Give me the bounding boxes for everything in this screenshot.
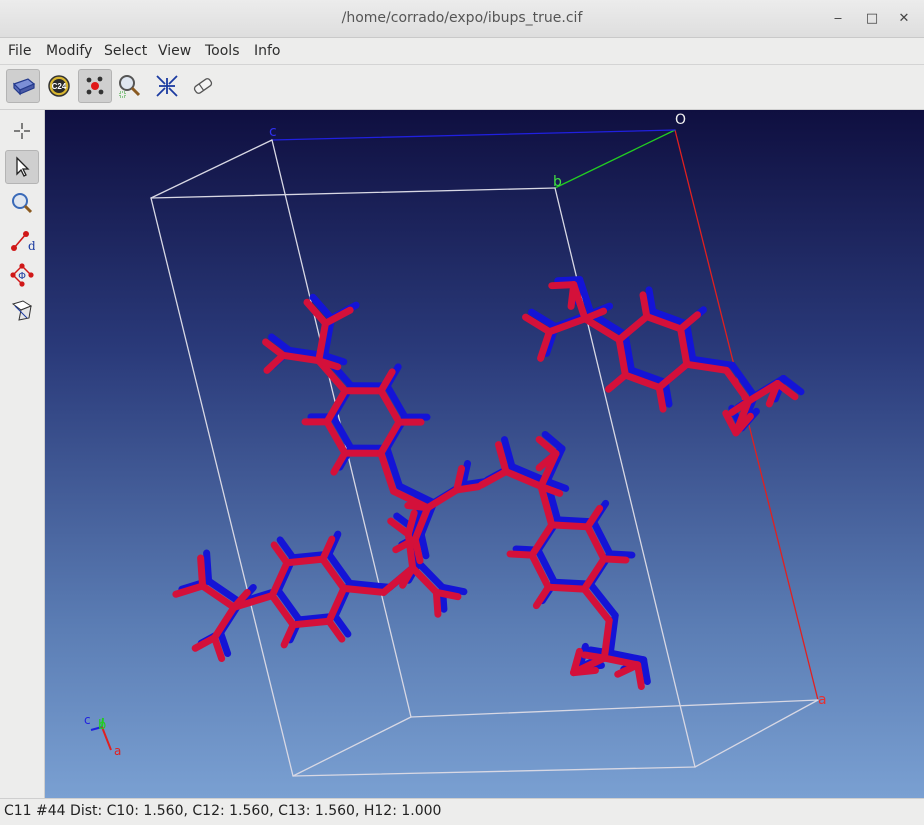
eraser-icon xyxy=(193,78,213,94)
structure-1-bond xyxy=(615,313,651,344)
zoom-fit-button[interactable] xyxy=(113,69,147,103)
cell-edge xyxy=(150,197,294,777)
cell-label-b: b xyxy=(553,174,562,190)
cell-edge xyxy=(292,716,412,777)
structure-1-bond xyxy=(600,555,630,564)
structure-1-bond xyxy=(432,588,442,618)
structure-1-bond xyxy=(548,281,578,290)
maximize-button[interactable]: □ xyxy=(862,9,882,29)
structure-2-bond xyxy=(203,549,213,585)
pointer-icon xyxy=(16,156,30,177)
left-toolbar: d Φ xyxy=(0,110,45,798)
menu-modify[interactable]: Modify xyxy=(46,43,92,59)
center-icon xyxy=(156,75,178,97)
distance-icon: d xyxy=(11,231,35,253)
cell-label-origin: O xyxy=(675,112,686,128)
axis-indicator-b: b xyxy=(98,718,106,733)
structure-1-bond xyxy=(404,502,432,512)
cell-edge-b xyxy=(554,129,676,189)
structure-2-bond xyxy=(554,276,584,285)
c24-icon: C24 xyxy=(48,75,70,97)
structure-1-bond xyxy=(453,464,466,494)
axis-indicator-c: c xyxy=(84,713,91,727)
structure-1-bond xyxy=(544,583,588,593)
atoms-label-icon xyxy=(86,76,104,95)
structure-1-bond xyxy=(600,616,613,662)
status-text: C11 #44 Dist: C10: 1.560, C12: 1.560, C1… xyxy=(4,803,442,819)
svg-text:C24: C24 xyxy=(52,82,67,91)
cell-label-a: a xyxy=(818,692,827,708)
eraser-button[interactable] xyxy=(186,69,220,103)
structure-1-bond xyxy=(548,521,592,531)
cell-edge xyxy=(410,699,819,718)
zoom-icon xyxy=(12,193,33,214)
translate-tool-button[interactable] xyxy=(5,114,39,148)
svg-text:Φ: Φ xyxy=(18,271,26,282)
structure-1-bond xyxy=(289,617,333,629)
atoms-label-button[interactable] xyxy=(78,69,112,103)
toolbar: C24 xyxy=(0,65,924,110)
cell-label-c: c xyxy=(269,124,277,140)
minimize-button[interactable]: ‒ xyxy=(828,9,848,29)
angle-tool-button[interactable]: Φ xyxy=(5,258,39,292)
svg-text:d: d xyxy=(28,239,35,253)
title-bar: /home/corrado/expo/ibups_true.cif ‒ □ ✕ xyxy=(0,0,924,38)
zoom-tool-button[interactable] xyxy=(5,186,39,220)
structure-1-bond xyxy=(581,651,608,662)
structure-1-bond xyxy=(340,584,388,596)
torsion-icon xyxy=(11,300,33,321)
cell-edge xyxy=(694,699,819,768)
menu-info[interactable]: Info xyxy=(254,43,281,59)
structure-2-bond xyxy=(645,286,657,316)
axis-indicator-a: a xyxy=(114,744,121,758)
cell-edge xyxy=(554,187,696,768)
cell-edge xyxy=(150,139,273,199)
cell-edge xyxy=(292,766,696,777)
structure-1-bond xyxy=(191,634,219,652)
structure-1-bond xyxy=(197,554,207,590)
structure-1-bond xyxy=(655,360,691,391)
structure-viewport[interactable]: O a b c c b a xyxy=(45,110,924,798)
pointer-tool-button[interactable] xyxy=(5,150,39,184)
angle-icon: Φ xyxy=(10,263,34,287)
zoom-fit-icon xyxy=(119,75,141,98)
menu-file[interactable]: File xyxy=(8,43,31,59)
structure-2-bond xyxy=(606,550,636,559)
structure-1-bond xyxy=(506,550,536,559)
structure-1-bond xyxy=(655,383,667,413)
menu-tools[interactable]: Tools xyxy=(205,43,240,59)
window-title: /home/corrado/expo/ibups_true.cif xyxy=(341,10,583,26)
cell-edge-c xyxy=(271,129,676,141)
cell-edge xyxy=(150,187,556,199)
menu-view[interactable]: View xyxy=(158,43,191,59)
menu-bar: File Modify Select View Tools Info xyxy=(0,38,924,65)
structure-1-bond xyxy=(639,291,651,321)
status-bar: C11 #44 Dist: C10: 1.560, C12: 1.560, C1… xyxy=(0,798,924,825)
structure-1-bond xyxy=(614,661,642,678)
structure-1-bond xyxy=(330,449,349,476)
center-button[interactable] xyxy=(150,69,184,103)
translate-icon xyxy=(14,123,30,139)
close-button[interactable]: ✕ xyxy=(894,9,914,29)
structure-1-bond xyxy=(605,371,629,393)
unit-cell-button[interactable] xyxy=(6,69,40,103)
unit-cell-icon xyxy=(12,78,36,96)
structure-1-bond xyxy=(399,564,417,589)
distance-tool-button[interactable]: d xyxy=(5,224,39,258)
structure-1-bond xyxy=(283,555,327,567)
torsion-tool-button[interactable] xyxy=(5,294,39,328)
molecule-scene[interactable]: O a b c c b a xyxy=(45,110,924,798)
structure-1-bond xyxy=(404,530,417,572)
c24-button[interactable]: C24 xyxy=(42,69,76,103)
axis-indicator: c b a xyxy=(84,713,121,758)
menu-select[interactable]: Select xyxy=(104,43,147,59)
